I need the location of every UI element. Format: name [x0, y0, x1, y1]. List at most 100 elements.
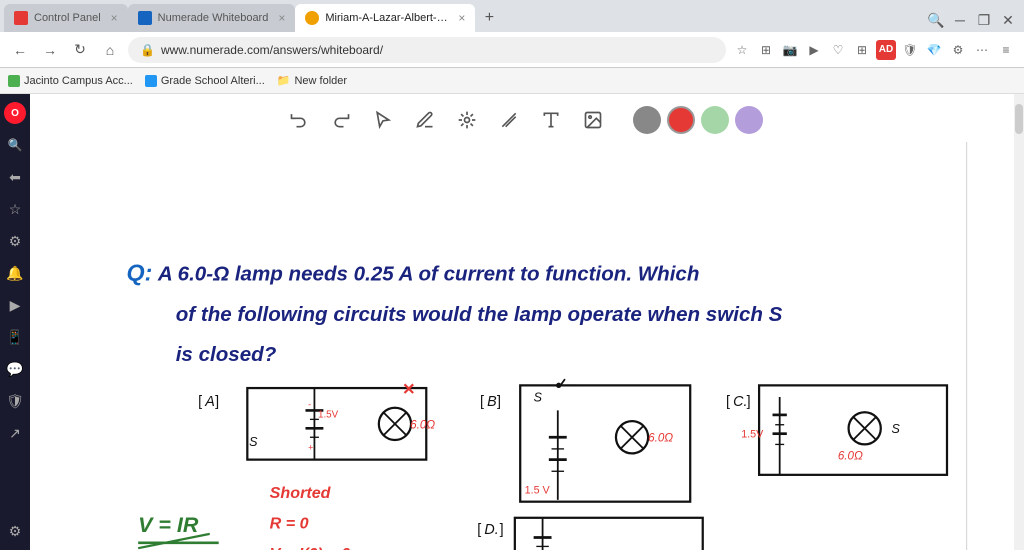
sidebar-notification-icon[interactable]: 🔔: [4, 262, 26, 284]
svg-text:B: B: [487, 394, 497, 410]
vpn-icon[interactable]: 🛡: [900, 40, 920, 60]
svg-text:6.0Ω: 6.0Ω: [838, 450, 863, 463]
sidebar-shield-icon[interactable]: 🛡: [4, 390, 26, 412]
tab-search-icon[interactable]: ⊞: [756, 40, 776, 60]
play-icon[interactable]: ▶: [804, 40, 824, 60]
marker-button[interactable]: [491, 102, 527, 138]
svg-text:S: S: [249, 435, 258, 449]
back-button[interactable]: ←: [8, 38, 32, 62]
svg-text:+: +: [308, 443, 313, 453]
svg-text:is closed?: is closed?: [176, 343, 277, 366]
tab-close-numerade[interactable]: ×: [278, 11, 285, 25]
svg-text:1.5V: 1.5V: [741, 428, 764, 440]
svg-text:Q:: Q:: [127, 260, 153, 286]
bookmark-label-grade: Grade School Alteri...: [161, 75, 265, 87]
svg-text:]: ]: [747, 394, 751, 410]
color-green[interactable]: [701, 106, 729, 134]
bookmark-folder[interactable]: 📁 New folder: [277, 74, 347, 87]
svg-text:V = IR: V = IR: [138, 513, 199, 537]
menu-icon[interactable]: ≡: [996, 40, 1016, 60]
sidebar-message-icon[interactable]: 💬: [4, 358, 26, 380]
tab-favicon-numerade: [138, 11, 152, 25]
drawing-svg: Q: A 6.0-Ω lamp needs 0.25 A of current …: [30, 142, 1014, 550]
color-gray[interactable]: [633, 106, 661, 134]
ad-block-icon[interactable]: AD: [876, 40, 896, 60]
svg-text:C.: C.: [733, 394, 747, 410]
sidebar-external-icon[interactable]: ↗: [4, 422, 26, 444]
bookmark-grade[interactable]: Grade School Alteri...: [145, 75, 265, 87]
svg-text:]: ]: [500, 522, 504, 538]
tab-favicon-miriam: [305, 11, 319, 25]
svg-text:of the following circuits wou: of the following circuits would the lamp…: [176, 303, 783, 326]
drawing-toolbar: [30, 94, 1014, 142]
svg-text:[: [: [480, 394, 484, 410]
svg-text:✕: ✕: [402, 380, 416, 398]
svg-text:S: S: [534, 390, 543, 404]
scroll-thumb[interactable]: [1015, 104, 1023, 134]
tab-label-miriam: Miriam-A-Lazar-Albert-Tu...: [325, 12, 448, 24]
sidebar: O 🔍 ⬅ ☆ ⚙ 🔔 ▶ 📱 💬 🛡 ↗ ⚙: [0, 94, 30, 550]
svg-text:1.5 V: 1.5 V: [525, 485, 551, 497]
color-red[interactable]: [667, 106, 695, 134]
tab-numerade[interactable]: Numerade Whiteboard ×: [128, 4, 296, 32]
tab-label-numerade: Numerade Whiteboard: [158, 12, 269, 24]
color-purple[interactable]: [735, 106, 763, 134]
undo-button[interactable]: [281, 102, 317, 138]
tab-miriam[interactable]: Miriam-A-Lazar-Albert-Tu... ×: [295, 4, 475, 32]
lock-icon: 🔒: [140, 43, 155, 57]
bookmark-label-folder: New folder: [294, 75, 347, 87]
sidebar-bookmark-icon[interactable]: ☆: [4, 198, 26, 220]
whiteboard: Q: A 6.0-Ω lamp needs 0.25 A of current …: [30, 94, 1014, 550]
extensions-icon[interactable]: ⋯: [972, 40, 992, 60]
svg-text:R = 0: R = 0: [270, 515, 309, 533]
camera-icon[interactable]: 📷: [780, 40, 800, 60]
bookmark-star-icon[interactable]: ☆: [732, 40, 752, 60]
tab-control-panel[interactable]: Control Panel ×: [4, 4, 128, 32]
select-button[interactable]: [365, 102, 401, 138]
search-button-tab[interactable]: 🔍: [924, 8, 948, 32]
settings-icon[interactable]: ⚙: [948, 40, 968, 60]
shapes-button[interactable]: [449, 102, 485, 138]
sidebar-phone-icon[interactable]: 📱: [4, 326, 26, 348]
home-button[interactable]: ⌂: [98, 38, 122, 62]
vertical-scrollbar[interactable]: [1014, 94, 1024, 550]
restore-button[interactable]: ❐: [972, 8, 996, 32]
forward-button[interactable]: →: [38, 38, 62, 62]
tab-favicon-control: [14, 11, 28, 25]
redo-button[interactable]: [323, 102, 359, 138]
text-button[interactable]: [533, 102, 569, 138]
sidebar-search-icon[interactable]: 🔍: [4, 134, 26, 156]
close-button[interactable]: ✕: [996, 8, 1020, 32]
svg-text:]: ]: [497, 394, 501, 410]
bookmark-jacinto[interactable]: Jacinto Campus Acc...: [8, 75, 133, 87]
folder-icon: 📁: [277, 74, 291, 87]
svg-text:S: S: [892, 422, 901, 436]
heart-icon[interactable]: ♡: [828, 40, 848, 60]
main-area: O 🔍 ⬅ ☆ ⚙ 🔔 ▶ 📱 💬 🛡 ↗ ⚙: [0, 94, 1024, 550]
svg-text:D.: D.: [484, 522, 498, 538]
sidebar-play-icon[interactable]: ▶: [4, 294, 26, 316]
tab-close-control[interactable]: ×: [111, 11, 118, 25]
pencil-button[interactable]: [407, 102, 443, 138]
sidebar-settings-icon[interactable]: ⚙: [4, 230, 26, 252]
wallet-icon[interactable]: 💎: [924, 40, 944, 60]
svg-text:V = I(0) = 0: V = I(0) = 0: [270, 545, 351, 550]
svg-text:1.5V: 1.5V: [318, 410, 339, 421]
bookmark-label-jacinto: Jacinto Campus Acc...: [24, 75, 133, 87]
url-bar[interactable]: 🔒 www.numerade.com/answers/whiteboard/: [128, 37, 726, 63]
apps-icon[interactable]: ⊞: [852, 40, 872, 60]
bookmarks-bar: Jacinto Campus Acc... Grade School Alter…: [0, 68, 1024, 94]
minimize-button[interactable]: ─: [948, 8, 972, 32]
bookmark-favicon-jacinto: [8, 75, 20, 87]
whiteboard-canvas[interactable]: Q: A 6.0-Ω lamp needs 0.25 A of current …: [30, 142, 1014, 550]
sidebar-bottom-settings-icon[interactable]: ⚙: [4, 520, 26, 542]
tab-close-miriam[interactable]: ×: [458, 11, 465, 25]
opera-icon[interactable]: O: [4, 102, 26, 124]
new-tab-button[interactable]: +: [475, 4, 503, 32]
svg-text:6.0Ω: 6.0Ω: [648, 432, 673, 445]
svg-text:A 6.0-Ω lamp needs 0.25 A of: A 6.0-Ω lamp needs 0.25 A of current to …: [157, 263, 700, 286]
address-actions: ☆ ⊞ 📷 ▶ ♡ ⊞ AD 🛡 💎 ⚙ ⋯ ≡: [732, 40, 1016, 60]
sidebar-back-icon[interactable]: ⬅: [4, 166, 26, 188]
reload-button[interactable]: ↻: [68, 38, 92, 62]
image-button[interactable]: [575, 102, 611, 138]
